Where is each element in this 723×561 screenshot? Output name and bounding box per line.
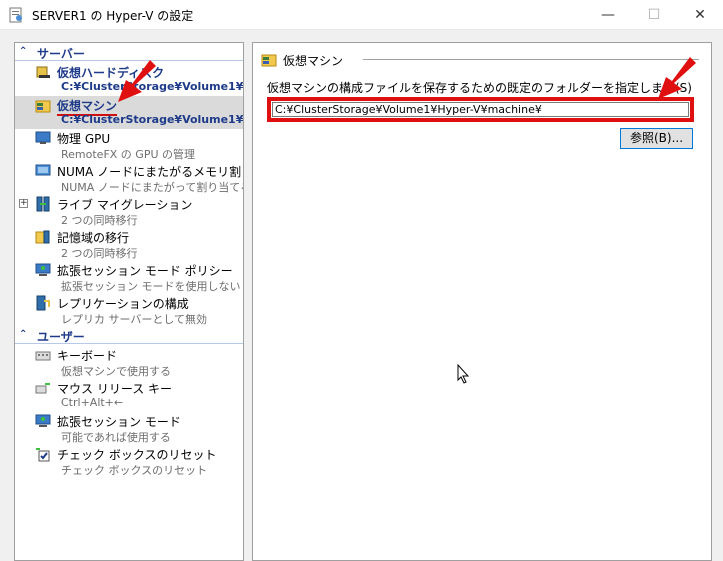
group-header: 仮想マシン [261,51,699,68]
sidebar-item-detail: レプリカ サーバーとして無効 [61,313,208,326]
settings-detail-pane: 仮想マシン 仮想マシンの構成ファイルを保存するための既定のフォルダーを指定します… [252,42,712,561]
keyboard-icon [35,351,51,361]
section-label-user: ユーザー [37,330,85,344]
sidebar-item-label: ライブ マイグレーション [57,198,193,212]
section-header-user[interactable]: ⌃ ユーザー [15,328,243,344]
sidebar-item-detail: 2 つの同時移行 [61,214,138,227]
sidebar-item-detail: Ctrl+Alt+← [61,396,124,409]
sidebar-item-detail: RemoteFX の GPU の管理 [61,148,196,161]
close-icon: ✕ [694,7,706,23]
sidebar-item-label: チェック ボックスのリセット [57,448,217,462]
sidebar-item-live-migration[interactable]: + ライブ マイグレーション 2 つの同時移行 [15,195,243,228]
collapse-chevron-icon: ⌃ [19,329,28,340]
sidebar-item-label: レプリケーションの構成 [57,297,189,311]
sidebar-item-enhanced-session-mode[interactable]: 拡張セッション モード 可能であれば使用する [15,412,243,445]
enhanced-session-icon [35,263,51,276]
close-button[interactable]: ✕ [677,0,723,30]
section-label-server: サーバー [37,47,85,61]
annotation-arrow-icon [118,60,156,102]
live-migration-icon [36,196,50,212]
sidebar-item-detail: 可能であれば使用する [61,431,171,444]
collapse-chevron-icon: ⌃ [19,46,28,57]
numa-icon [35,164,51,176]
sidebar-item-detail: チェック ボックスのリセット [61,464,208,477]
group-title: 仮想マシン [283,54,344,68]
annotation-arrow-icon [658,57,696,99]
sidebar-item-label: 物理 GPU [57,132,111,146]
replication-icon [36,295,50,311]
sidebar-item-detail: NUMA ノードにまたがって割り当てる [61,181,244,194]
sidebar-item-reset-check-boxes[interactable]: チェック ボックスのリセット チェック ボックスのリセット [15,445,243,478]
sidebar-item-enhanced-session-policy[interactable]: 拡張セッション モード ポリシー 拡張セッション モードを使用しない [15,261,243,294]
sidebar-item-label: 記憶域の移行 [57,231,130,245]
sidebar-item-detail: C:¥ClusterStorage¥Volume1¥... [61,113,244,126]
title-bar: SERVER1 の Hyper-V の設定 — ☐ ✕ [0,0,723,30]
sidebar-item-label: マウス リリース キー [57,382,173,396]
mouse-release-icon [35,383,50,394]
gpu-monitor-icon [35,131,51,144]
sidebar-item-detail: 仮想マシンで使用する [61,365,171,378]
sidebar-item-keyboard[interactable]: キーボード 仮想マシンで使用する [15,346,243,379]
hard-disk-icon [36,66,50,78]
checkbox-reset-icon [36,448,50,462]
minimize-button[interactable]: — [585,0,631,30]
expand-icon[interactable]: + [19,199,28,208]
settings-app-icon [9,7,22,23]
sidebar-item-detail: 拡張セッション モードを使用しない [61,280,241,293]
settings-navigation-pane: ⌃ サーバー 仮想ハードディスク C:¥ClusterStorage¥Volum… [14,42,244,561]
virtual-machine-folder-icon [35,100,51,113]
sidebar-item-label: 拡張セッション モード [57,415,181,429]
maximize-button[interactable]: ☐ [631,0,677,30]
sidebar-item-numa-spanning[interactable]: NUMA ノードにまたがるメモリ割り当て NUMA ノードにまたがって割り当てる [15,162,243,195]
sidebar-item-label: NUMA ノードにまたがるメモリ割り当て [57,165,243,179]
maximize-icon: ☐ [647,7,661,23]
browse-button[interactable]: 参照(B)... [620,128,693,149]
sidebar-item-storage-migration[interactable]: 記憶域の移行 2 つの同時移行 [15,228,243,261]
sidebar-item-physical-gpu[interactable]: 物理 GPU RemoteFX の GPU の管理 [15,129,243,162]
minimize-icon: — [601,7,615,23]
group-divider [363,59,699,60]
default-folder-path-input[interactable]: C:¥ClusterStorage¥Volume1¥Hyper-V¥machin… [272,102,689,117]
storage-migration-icon [35,230,50,244]
annotation-highlight-box: C:¥ClusterStorage¥Volume1¥Hyper-V¥machin… [267,97,694,122]
sidebar-item-replication-configuration[interactable]: レプリケーションの構成 レプリカ サーバーとして無効 [15,294,243,327]
virtual-machine-folder-icon [261,54,277,67]
sidebar-item-mouse-release-key[interactable]: マウス リリース キー Ctrl+Alt+← [15,379,243,412]
folder-description-label: 仮想マシンの構成ファイルを保存するための既定のフォルダーを指定します(S) [267,81,692,95]
enhanced-session-icon [35,414,51,427]
sidebar-item-label: キーボード [57,349,118,363]
sidebar-item-label: 拡張セッション モード ポリシー [57,264,233,278]
window-title: SERVER1 の Hyper-V の設定 [32,9,194,23]
sidebar-item-detail: 2 つの同時移行 [61,247,138,260]
mouse-cursor-icon [457,364,469,384]
